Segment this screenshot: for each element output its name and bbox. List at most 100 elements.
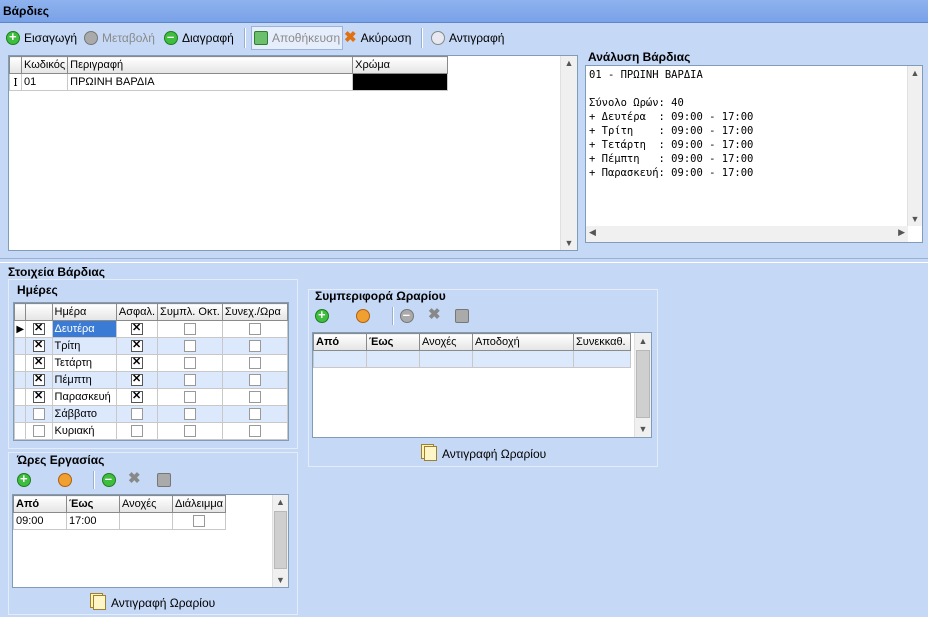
table-row[interactable]: Σάββατο	[14, 405, 288, 423]
continuous-checkbox[interactable]	[248, 340, 261, 353]
octa-checkbox[interactable]	[183, 408, 196, 421]
table-row[interactable]: Τρίτη	[14, 337, 288, 355]
continuous-cell[interactable]	[221, 405, 288, 423]
scroll-down-icon[interactable]: ▼	[561, 238, 577, 248]
scroll-down-icon[interactable]: ▼	[908, 214, 922, 224]
insured-checkbox[interactable]	[130, 339, 143, 353]
table-row[interactable]: Πέμπτη	[14, 371, 288, 389]
day-active-cell[interactable]	[25, 354, 53, 372]
save-button[interactable]: Αποθήκευση	[251, 26, 344, 50]
day-active-checkbox[interactable]	[32, 425, 45, 438]
column-header-break[interactable]: Διάλειμμα	[171, 495, 227, 513]
insured-cell[interactable]	[115, 337, 159, 355]
octa-checkbox[interactable]	[183, 323, 196, 336]
days-grid[interactable]: Ημέρα Ασφαλ. Συμπλ. Οκτ. Συνεχ./Ωρα ▶ Δευ…	[13, 302, 289, 441]
work-hours-copy-button[interactable]: Αντιγραφή Ωραρίου	[90, 593, 215, 610]
table-row[interactable]: 09:00 17:00	[13, 512, 227, 530]
continuous-checkbox[interactable]	[248, 357, 261, 370]
continuous-checkbox[interactable]	[248, 425, 261, 438]
shift-description-cell[interactable]: ΠΡΩΙΝΗ ΒΑΡΔΙΑ	[67, 73, 354, 91]
octa-cell[interactable]	[157, 354, 223, 372]
scroll-down-icon[interactable]: ▼	[273, 575, 288, 585]
day-active-checkbox[interactable]	[32, 390, 45, 404]
day-name-cell[interactable]: Σάββατο	[51, 405, 117, 423]
work-hours-from-cell[interactable]: 09:00	[13, 512, 67, 530]
shift-code-cell[interactable]: 01	[20, 73, 69, 91]
add-icon[interactable]	[17, 471, 31, 487]
column-header-code[interactable]: Κωδικός	[20, 56, 69, 74]
continuous-cell[interactable]	[221, 388, 288, 406]
add-icon[interactable]	[315, 307, 329, 323]
day-active-checkbox[interactable]	[32, 339, 45, 353]
work-hours-scrollbar[interactable]: ▲ ▼	[272, 495, 288, 587]
shifts-grid[interactable]: Κωδικός Περιγραφή Χρώμα I 01 ΠΡΩΙΝΗ ΒΑΡΔ…	[8, 55, 578, 251]
table-row[interactable]: ▶ Δευτέρα	[14, 320, 288, 338]
octa-checkbox[interactable]	[183, 374, 196, 387]
day-name-cell[interactable]: Τρίτη	[51, 337, 117, 355]
schedule-behavior-scrollbar[interactable]: ▲ ▼	[634, 333, 651, 437]
scroll-up-icon[interactable]: ▲	[635, 336, 651, 346]
insured-checkbox[interactable]	[130, 356, 143, 370]
analysis-hscrollbar[interactable]: ◀ ▶	[586, 226, 908, 242]
insured-checkbox[interactable]	[130, 322, 143, 336]
edit-button[interactable]: Μεταβολή	[84, 26, 155, 50]
scroll-thumb[interactable]	[274, 511, 287, 569]
day-name-cell[interactable]: Κυριακή	[51, 422, 117, 440]
continuous-cell[interactable]	[221, 422, 288, 440]
work-hours-break-cell[interactable]	[171, 512, 227, 530]
column-header-from[interactable]: Από	[13, 495, 67, 513]
work-hours-to-cell[interactable]: 17:00	[66, 512, 120, 530]
table-row[interactable]	[313, 350, 631, 368]
cancel-icon[interactable]: ✖	[128, 471, 141, 486]
insured-cell[interactable]	[115, 354, 159, 372]
empty-cell[interactable]	[573, 350, 631, 368]
remove-icon[interactable]	[101, 471, 116, 487]
day-active-cell[interactable]	[25, 405, 53, 423]
continuous-checkbox[interactable]	[248, 408, 261, 421]
day-active-cell[interactable]	[25, 422, 53, 440]
scroll-right-icon[interactable]: ▶	[898, 227, 905, 238]
work-hours-tolerance-cell[interactable]	[119, 512, 173, 530]
insured-checkbox[interactable]	[130, 390, 143, 404]
day-name-cell[interactable]: Δευτέρα	[51, 320, 117, 338]
scroll-thumb[interactable]	[636, 350, 650, 418]
analysis-vscrollbar[interactable]: ▲ ▼	[907, 66, 922, 226]
octa-cell[interactable]	[157, 405, 223, 423]
continuous-checkbox[interactable]	[248, 374, 261, 387]
table-row[interactable]: Κυριακή	[14, 422, 288, 440]
scroll-down-icon[interactable]: ▼	[635, 424, 651, 434]
continuous-checkbox[interactable]	[248, 323, 261, 336]
shift-color-cell[interactable]	[352, 73, 449, 91]
day-name-cell[interactable]: Παρασκευή	[51, 388, 117, 406]
work-hours-grid[interactable]: Από Έως Ανοχές Διάλειμμα 09:00 17:00 ▲ ▼	[12, 494, 289, 588]
day-name-cell[interactable]: Τετάρτη	[51, 354, 117, 372]
insured-cell[interactable]	[115, 371, 159, 389]
octa-cell[interactable]	[157, 388, 223, 406]
column-header-active[interactable]	[25, 303, 53, 321]
octa-checkbox[interactable]	[183, 357, 196, 370]
insured-cell[interactable]	[115, 422, 159, 440]
column-header-from[interactable]: Από	[313, 333, 367, 351]
refresh-icon[interactable]	[58, 473, 73, 487]
day-active-cell[interactable]	[25, 320, 53, 338]
remove-icon[interactable]	[399, 307, 414, 323]
column-header-color[interactable]: Χρώμα	[352, 56, 449, 74]
day-active-cell[interactable]	[25, 371, 53, 389]
octa-checkbox[interactable]	[183, 391, 196, 404]
insured-checkbox[interactable]	[130, 425, 143, 438]
empty-cell[interactable]	[472, 350, 574, 368]
octa-cell[interactable]	[157, 337, 223, 355]
day-active-checkbox[interactable]	[32, 408, 45, 421]
day-active-cell[interactable]	[25, 337, 53, 355]
octa-checkbox[interactable]	[183, 340, 196, 353]
octa-cell[interactable]	[157, 371, 223, 389]
octa-cell[interactable]	[157, 320, 223, 338]
scroll-up-icon[interactable]: ▲	[273, 497, 288, 507]
insert-button[interactable]: Εισαγωγή	[6, 26, 77, 50]
analysis-memo[interactable]: 01 - ΠΡΩΙΝΗ ΒΑΡΔΙΑ Σύνολο Ωρών: 40 + Δευ…	[585, 65, 923, 243]
octa-checkbox[interactable]	[183, 425, 196, 438]
column-header-continuous[interactable]: Συνεχ./Ωρα	[221, 303, 288, 321]
continuous-cell[interactable]	[221, 354, 288, 372]
splitter[interactable]	[0, 258, 928, 263]
insured-cell[interactable]	[115, 405, 159, 423]
